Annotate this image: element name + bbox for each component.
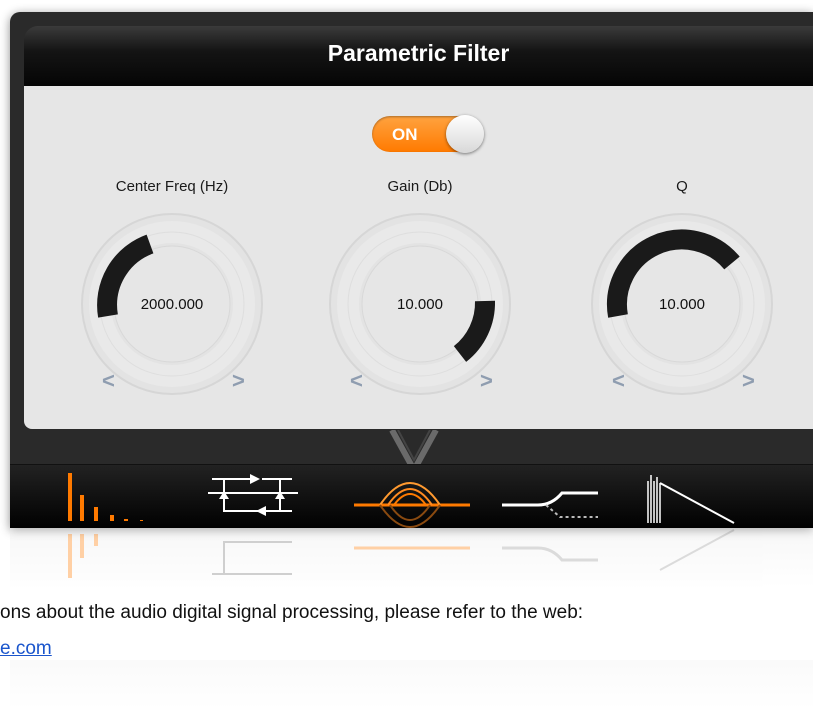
bottom-fade bbox=[10, 660, 813, 709]
q-value: 10.000 bbox=[659, 296, 705, 313]
center-freq-value: 2000.000 bbox=[140, 296, 204, 313]
q-label: Q bbox=[676, 178, 688, 195]
dock-item-rectifier[interactable] bbox=[202, 465, 302, 528]
q-increase-button[interactable]: > bbox=[742, 368, 755, 394]
rectifier-circuit-icon bbox=[208, 474, 298, 516]
gain-label: Gain (Db) bbox=[387, 178, 453, 195]
page-title: Parametric Filter bbox=[327, 40, 510, 66]
q-decrease-button[interactable]: < bbox=[612, 368, 625, 394]
gain-decrease-button[interactable]: < bbox=[350, 368, 363, 394]
center-freq-increase-button[interactable]: > bbox=[232, 368, 245, 394]
power-toggle[interactable]: ON bbox=[372, 115, 484, 153]
footer-link[interactable]: e.com bbox=[0, 638, 52, 660]
center-freq-decrease-button[interactable]: < bbox=[102, 368, 115, 394]
gain-knob-group: Gain (Db) 10.000 < > bbox=[320, 178, 520, 408]
dock-item-ramp[interactable] bbox=[640, 465, 750, 528]
footer-text: ons about the audio digital signal proce… bbox=[0, 602, 584, 623]
toggle-knob[interactable] bbox=[446, 115, 484, 153]
toggle-label: ON bbox=[392, 125, 418, 144]
ramp-waveform-icon bbox=[647, 475, 735, 524]
reflection-graphics bbox=[68, 529, 735, 578]
center-freq-label: Center Freq (Hz) bbox=[115, 178, 229, 195]
gain-increase-button[interactable]: > bbox=[480, 368, 493, 394]
center-freq-knob-group: Center Freq (Hz) 2000.000 < > bbox=[72, 178, 272, 408]
filter-panel: ON Center Freq (Hz) 2000.000 < > Gain (D… bbox=[24, 86, 813, 429]
effect-dock bbox=[10, 464, 813, 528]
parametric-peak-icon bbox=[354, 482, 470, 528]
dock-item-parametric[interactable] bbox=[350, 465, 470, 528]
equalizer-bars-icon bbox=[68, 473, 143, 521]
dock-reflection bbox=[10, 528, 813, 588]
q-knob-group: Q 10.000 < > bbox=[582, 178, 782, 408]
app-window: Parametric Filter ON Center Freq (Hz) 20… bbox=[10, 12, 813, 528]
dock-item-shelf[interactable] bbox=[498, 465, 608, 528]
shelf-filter-icon bbox=[502, 491, 598, 518]
dock-item-equalizer[interactable] bbox=[60, 465, 150, 528]
gain-value: 10.000 bbox=[397, 296, 443, 313]
